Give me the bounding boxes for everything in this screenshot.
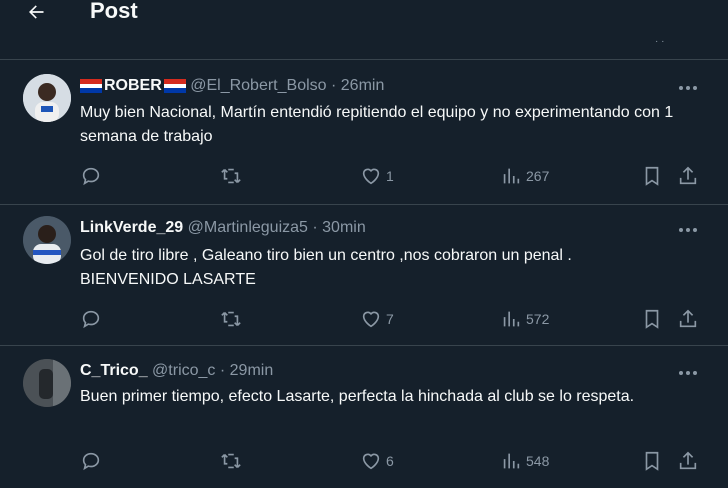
- views-bar-chart-icon: [503, 168, 520, 184]
- more-horizontal-icon: [679, 228, 697, 232]
- views-count: 548: [526, 453, 550, 469]
- avatar[interactable]: [23, 216, 71, 264]
- bookmark-button[interactable]: [641, 450, 663, 472]
- avatar[interactable]: [23, 74, 71, 122]
- more-options-button[interactable]: [676, 220, 700, 240]
- share-icon: [679, 451, 697, 470]
- share-button[interactable]: [677, 165, 699, 187]
- arrow-left-icon: [29, 5, 44, 19]
- paraguay-flag-icon: [80, 78, 102, 93]
- separator-dot: ·: [219, 362, 226, 379]
- tweet-text: Buen primer tiempo, efecto Lasarte, perf…: [80, 388, 635, 405]
- separator-dot: ·: [331, 77, 337, 94]
- tweet-text-line: Gol de tiro libre , Galeano tiro bien un…: [80, 247, 572, 264]
- views-count: 572: [526, 311, 550, 327]
- bookmark-button[interactable]: [641, 308, 663, 330]
- repost-button[interactable]: [220, 450, 242, 472]
- bookmark-button[interactable]: [641, 165, 663, 187]
- reply-icon: [82, 310, 100, 329]
- display-name[interactable]: LinkVerde_29: [80, 219, 183, 236]
- like-count: 6: [386, 453, 394, 469]
- like-count: 1: [386, 168, 394, 184]
- views-bar-chart-icon: [503, 453, 520, 469]
- reply-icon: [82, 167, 100, 186]
- tweet-text: Gol de tiro libre , Galeano tiro bien un…: [80, 244, 700, 292]
- timestamp[interactable]: 30min: [322, 219, 366, 236]
- timestamp[interactable]: 29min: [230, 362, 274, 379]
- tweet-meta: LinkVerde_29 @Martinleguiza5 · 30min: [80, 218, 366, 238]
- more-horizontal-icon: [679, 371, 697, 375]
- more-options-button[interactable]: [676, 363, 700, 383]
- display-name[interactable]: ROBER: [104, 77, 162, 94]
- like-button[interactable]: 6: [360, 450, 394, 472]
- ellipsis-mark: · ·: [655, 36, 665, 47]
- repost-button[interactable]: [220, 165, 242, 187]
- user-handle[interactable]: @Martinleguiza5: [188, 219, 308, 236]
- views-count: 267: [526, 168, 550, 184]
- tweet-meta: ROBER @El_Robert_Bolso · 26min: [80, 76, 384, 96]
- bookmark-icon: [645, 451, 659, 471]
- views-button[interactable]: 267: [500, 165, 549, 187]
- views-button[interactable]: 548: [500, 450, 549, 472]
- header: Post · ·: [0, 0, 728, 60]
- back-button[interactable]: [22, 0, 50, 24]
- tweet[interactable]: C_Trico_ @trico_c · 29min Buen primer ti…: [0, 345, 728, 488]
- like-button[interactable]: 1: [360, 165, 394, 187]
- reply-button[interactable]: [80, 308, 102, 330]
- timestamp[interactable]: 26min: [341, 77, 385, 94]
- more-options-button[interactable]: [676, 78, 700, 98]
- repost-icon: [221, 453, 241, 469]
- share-icon: [679, 309, 697, 328]
- bookmark-icon: [645, 309, 659, 329]
- heart-icon: [362, 168, 380, 185]
- repost-button[interactable]: [220, 308, 242, 330]
- tweet-meta: C_Trico_ @trico_c · 29min: [80, 361, 273, 381]
- repost-icon: [221, 168, 241, 184]
- paraguay-flag-icon: [163, 78, 186, 93]
- views-button[interactable]: 572: [500, 308, 549, 330]
- display-name[interactable]: C_Trico_: [80, 362, 148, 379]
- reply-button[interactable]: [80, 165, 102, 187]
- user-handle[interactable]: @trico_c: [152, 362, 215, 379]
- more-horizontal-icon: [679, 86, 697, 90]
- tweet[interactable]: ROBER @El_Robert_Bolso · 26min Muy bien …: [0, 60, 728, 205]
- heart-icon: [362, 311, 380, 328]
- tweet-text: Muy bien Nacional, Martín entendió repit…: [80, 104, 674, 145]
- page-title: Post: [90, 0, 138, 23]
- tweet-text-line: BIENVENIDO LASARTE: [80, 271, 256, 288]
- heart-icon: [362, 453, 380, 470]
- reply-icon: [82, 452, 100, 471]
- like-count: 7: [386, 311, 394, 327]
- user-handle[interactable]: @El_Robert_Bolso: [190, 77, 326, 94]
- views-bar-chart-icon: [503, 311, 520, 327]
- reply-button[interactable]: [80, 450, 102, 472]
- bookmark-icon: [645, 166, 659, 186]
- separator-dot: ·: [312, 219, 318, 236]
- repost-icon: [221, 311, 241, 327]
- share-button[interactable]: [677, 308, 699, 330]
- share-button[interactable]: [677, 450, 699, 472]
- avatar[interactable]: [23, 359, 71, 407]
- like-button[interactable]: 7: [360, 308, 394, 330]
- tweet[interactable]: LinkVerde_29 @Martinleguiza5 · 30min Gol…: [0, 204, 728, 346]
- share-icon: [679, 166, 697, 185]
